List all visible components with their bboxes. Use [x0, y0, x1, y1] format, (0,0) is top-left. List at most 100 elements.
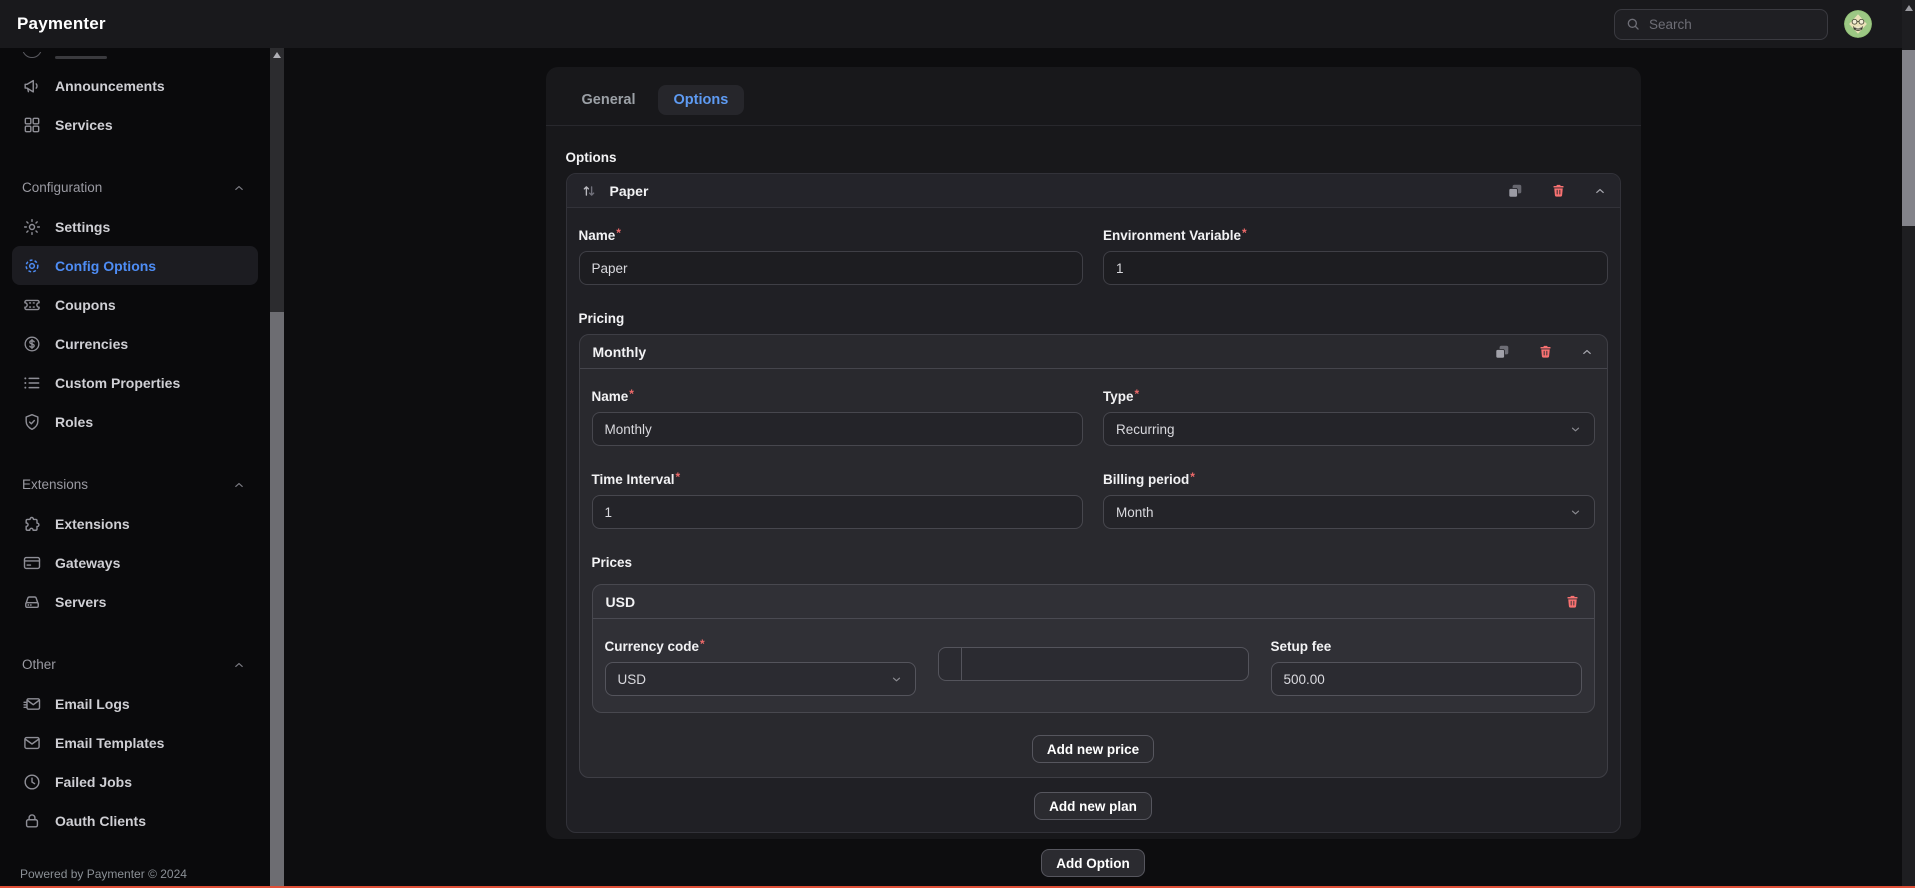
sidebar-item-failed-jobs[interactable]: Failed Jobs [12, 762, 258, 801]
environment-variable-input[interactable] [1116, 261, 1595, 276]
sidebar-item-config-options[interactable]: Config Options [12, 246, 258, 285]
sidebar-section-configuration[interactable]: Configuration [0, 168, 270, 207]
trash-icon[interactable] [1537, 343, 1554, 360]
config-option-panel: General Options Options Paper Na [546, 67, 1641, 839]
price-field [938, 639, 1249, 696]
grid-squares-icon [22, 115, 42, 135]
lock-icon [22, 811, 42, 831]
price-group-title: USD [606, 594, 636, 610]
chevron-down-icon [1569, 423, 1582, 436]
sidebar-item-custom-properties[interactable]: Custom Properties [12, 363, 258, 402]
plan-card-header[interactable]: Monthly [580, 335, 1607, 369]
search-input[interactable] [1614, 9, 1828, 40]
sidebar-item-label: Gateways [55, 555, 120, 571]
trash-icon[interactable] [1550, 182, 1567, 199]
sidebar-item-email-logs[interactable]: Email Logs [12, 684, 258, 723]
sidebar-item-currencies[interactable]: Currencies [12, 324, 258, 363]
sidebar-item-label: Servers [55, 594, 106, 610]
sidebar-item-clipped[interactable] [12, 52, 258, 66]
sidebar-item-servers[interactable]: Servers [12, 582, 258, 621]
chevron-up-icon[interactable] [232, 181, 246, 195]
sidebar-item-label: Settings [55, 219, 110, 235]
sidebar-section-extensions[interactable]: Extensions [0, 465, 270, 504]
window-scrollbar[interactable] [1902, 0, 1915, 888]
name-input[interactable] [592, 261, 1071, 276]
plan-name-field: Name* [592, 389, 1084, 446]
price-input[interactable] [972, 657, 1236, 672]
avatar[interactable] [1844, 10, 1872, 38]
sidebar-item-announcements[interactable]: Announcements [12, 66, 258, 105]
sidebar-item-label: Roles [55, 414, 93, 430]
sidebar-item-oauth-clients[interactable]: Oauth Clients [12, 801, 258, 840]
setup-fee-input[interactable] [1284, 672, 1569, 687]
sidebar-item-roles[interactable]: Roles [12, 402, 258, 441]
trash-icon[interactable] [1564, 593, 1581, 610]
search-field[interactable] [1649, 17, 1799, 32]
window-scrollbar-thumb[interactable] [1902, 50, 1915, 226]
sidebar-item-extensions[interactable]: Extensions [12, 504, 258, 543]
add-option-button[interactable]: Add Option [1041, 849, 1144, 877]
collapse-chevron-up-icon[interactable] [1593, 184, 1607, 198]
sidebar-item-coupons[interactable]: Coupons [12, 285, 258, 324]
sidebar-item-gateways[interactable]: Gateways [12, 543, 258, 582]
prices-section-title: Prices [592, 555, 1595, 570]
topbar: Paymenter [0, 0, 1902, 48]
tab-bar: General Options [546, 77, 1641, 126]
sidebar-scrollbar[interactable] [270, 48, 284, 888]
type-select[interactable]: Recurring [1103, 412, 1595, 446]
tab-options[interactable]: Options [658, 85, 745, 115]
sort-arrows-icon[interactable] [580, 182, 598, 200]
price-card-header[interactable]: USD [593, 585, 1594, 619]
currency-code-select[interactable]: USD [605, 662, 916, 696]
sidebar-scrollbar-thumb[interactable] [270, 312, 284, 886]
billing-period-select[interactable]: Month [1103, 495, 1595, 529]
plan-name-label: Name* [592, 389, 1084, 404]
main-content: General Options Options Paper Na [284, 48, 1902, 888]
option-card-header[interactable]: Paper [567, 174, 1620, 208]
copy-icon[interactable] [1506, 182, 1524, 200]
gear-icon [22, 217, 42, 237]
time-interval-input[interactable] [605, 505, 1071, 520]
cog-notched-icon [22, 256, 42, 276]
tab-general[interactable]: General [566, 85, 652, 115]
search-icon [1625, 16, 1641, 32]
add-new-plan-button[interactable]: Add new plan [1034, 792, 1152, 820]
ticket-icon [22, 295, 42, 315]
name-field: Name* [579, 228, 1084, 285]
credit-card-icon [22, 553, 42, 573]
sidebar-item-services[interactable]: Services [12, 105, 258, 144]
add-new-price-button[interactable]: Add new price [1032, 735, 1154, 763]
app-logo[interactable]: Paymenter [17, 14, 106, 34]
sidebar-item-label: Email Logs [55, 696, 130, 712]
copy-icon[interactable] [1493, 343, 1511, 361]
sidebar-item-label: Failed Jobs [55, 774, 132, 790]
plan-card-monthly: Monthly Name* [579, 334, 1608, 778]
list-icon [22, 373, 42, 393]
chevron-up-icon[interactable] [232, 478, 246, 492]
time-interval-label: Time Interval* [592, 472, 1084, 487]
scrollbar-up-arrow-icon[interactable] [273, 52, 281, 58]
shield-check-icon [22, 412, 42, 432]
server-icon [22, 592, 42, 612]
sidebar-item-settings[interactable]: Settings [12, 207, 258, 246]
sidebar-item-email-templates[interactable]: Email Templates [12, 723, 258, 762]
sidebar: Announcements Services Configuration Set… [0, 48, 270, 888]
sidebar-item-label: Extensions [55, 516, 130, 532]
collapse-chevron-up-icon[interactable] [1580, 345, 1594, 359]
chevron-down-icon [890, 673, 903, 686]
type-label: Type* [1103, 389, 1595, 404]
sidebar-item-label: Config Options [55, 258, 156, 274]
currency-code-label: Currency code* [605, 639, 916, 654]
plan-name-input[interactable] [605, 422, 1071, 437]
puzzle-icon [22, 514, 42, 534]
price-card-usd: USD Currency code* [592, 584, 1595, 713]
sidebar-item-label: Custom Properties [55, 375, 180, 391]
scrollbar-up-arrow-icon[interactable] [1905, 5, 1913, 11]
name-label: Name* [579, 228, 1084, 243]
sidebar-item-label: Services [55, 117, 113, 133]
dollar-circle-icon [22, 334, 42, 354]
price-input-group[interactable] [938, 647, 1249, 681]
chevron-up-icon[interactable] [232, 658, 246, 672]
environment-variable-field: Environment Variable* [1103, 228, 1608, 285]
sidebar-section-other[interactable]: Other [0, 645, 270, 684]
